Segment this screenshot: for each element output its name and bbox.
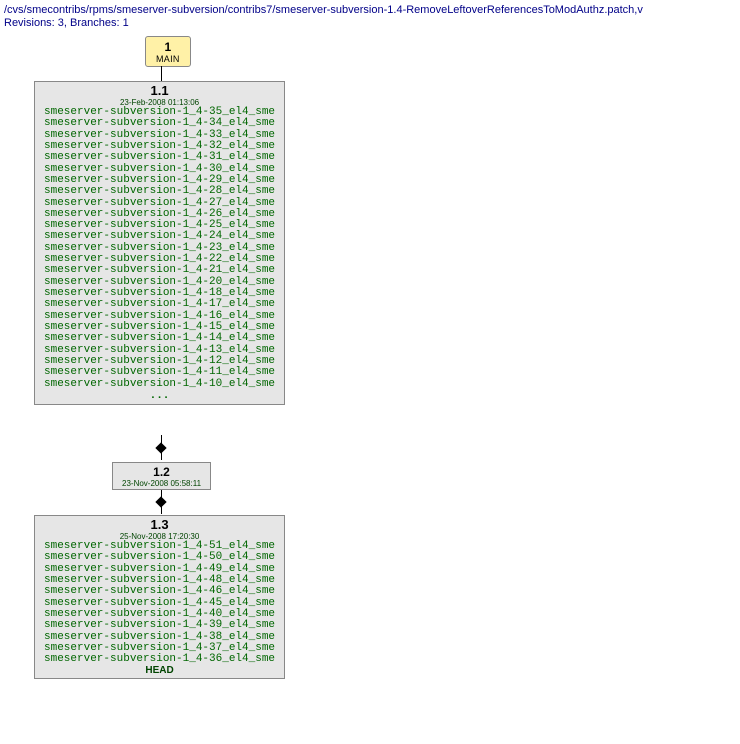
- revision-1-3[interactable]: 1.3 25-Nov-2008 17:20:30 smeserver-subve…: [34, 515, 285, 679]
- tag-label: smeserver-subversion-1_4-14_el4_sme: [44, 332, 275, 344]
- tag-label: smeserver-subversion-1_4-10_el4_sme: [44, 378, 275, 390]
- tag-label: smeserver-subversion-1_4-38_el4_sme: [44, 631, 275, 643]
- head-label: HEAD: [44, 665, 275, 676]
- repo-path: /cvs/smecontribs/rpms/smeserver-subversi…: [4, 4, 740, 16]
- tag-label: smeserver-subversion-1_4-34_el4_sme: [44, 117, 275, 129]
- diamond-icon: [155, 442, 166, 453]
- tag-label: smeserver-subversion-1_4-11_el4_sme: [44, 366, 275, 378]
- branch-number: 1: [156, 40, 180, 54]
- tag-label: smeserver-subversion-1_4-36_el4_sme: [44, 653, 275, 665]
- tag-label: smeserver-subversion-1_4-28_el4_sme: [44, 185, 275, 197]
- tag-label: smeserver-subversion-1_4-39_el4_sme: [44, 619, 275, 631]
- revision-1-1[interactable]: 1.1 23-Feb-2008 01:13:06 smeserver-subve…: [34, 81, 285, 405]
- revision-version: 1.1: [44, 83, 275, 98]
- diamond-icon: [155, 496, 166, 507]
- tag-label: smeserver-subversion-1_4-50_el4_sme: [44, 551, 275, 563]
- revision-tree: 1 MAIN 1.1 23-Feb-2008 01:13:06 smeserve…: [4, 35, 740, 740]
- tag-label: smeserver-subversion-1_4-31_el4_sme: [44, 151, 275, 163]
- connector-line: [161, 66, 162, 81]
- revision-version: 1.2: [122, 465, 201, 479]
- branch-label: MAIN: [156, 54, 180, 64]
- revision-date: 23-Nov-2008 05:58:11: [122, 479, 201, 488]
- tag-label: smeserver-subversion-1_4-17_el4_sme: [44, 298, 275, 310]
- more-indicator: ...: [44, 390, 275, 402]
- tag-label: smeserver-subversion-1_4-46_el4_sme: [44, 585, 275, 597]
- tag-label: smeserver-subversion-1_4-21_el4_sme: [44, 264, 275, 276]
- revision-tags: smeserver-subversion-1_4-51_el4_smesmese…: [44, 540, 275, 665]
- revision-summary: Revisions: 3, Branches: 1: [4, 17, 740, 29]
- tag-label: smeserver-subversion-1_4-24_el4_sme: [44, 230, 275, 242]
- branch-main[interactable]: 1 MAIN: [145, 36, 191, 67]
- revision-tags: smeserver-subversion-1_4-35_el4_smesmese…: [44, 106, 275, 390]
- revision-1-2[interactable]: 1.2 23-Nov-2008 05:58:11: [112, 462, 211, 490]
- revision-version: 1.3: [44, 517, 275, 532]
- tag-label: smeserver-subversion-1_4-27_el4_sme: [44, 197, 275, 209]
